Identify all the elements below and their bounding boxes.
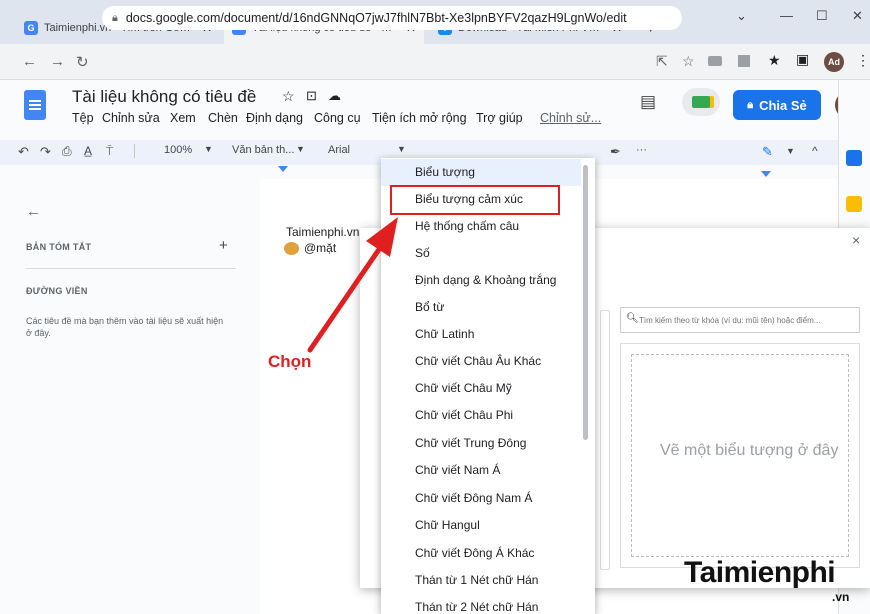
annotation-arrow-icon (307, 217, 398, 353)
meet-camera-icon (692, 96, 710, 108)
dropdown-item[interactable]: Chữ viết Đông Á Khác (381, 540, 581, 567)
dropdown-item[interactable]: Chữ Latinh (381, 321, 581, 348)
extension-icon[interactable] (738, 55, 750, 67)
menu-insert[interactable]: Chèn (208, 111, 238, 125)
dropdown-item[interactable]: Chữ viết Trung Đông (381, 430, 581, 457)
profile-avatar[interactable]: Ad (824, 52, 844, 72)
character-grid-scrollbar[interactable] (600, 310, 610, 570)
chevron-down-icon[interactable]: ▼ (397, 144, 406, 154)
url-text: docs.google.com/document/d/16ndGNNqO7jwJ… (125, 11, 627, 25)
dropdown-item[interactable]: Số (381, 240, 581, 267)
docs-logo-icon[interactable] (24, 90, 46, 120)
share-label: Chia Sẻ (759, 97, 807, 113)
bookmark-star-icon[interactable]: ☆ (682, 53, 695, 70)
menu-view[interactable]: Xem (170, 111, 196, 125)
right-indent-marker[interactable] (761, 171, 771, 177)
close-window-icon[interactable]: ✕ (852, 8, 863, 24)
chevron-down-icon[interactable]: ⌄ (736, 8, 747, 24)
annotation-label: Chọn (268, 352, 312, 371)
keep-icon[interactable] (846, 196, 862, 212)
dropdown-item[interactable]: Biểu tượng (381, 159, 581, 186)
lock-icon: 🔒︎ (112, 11, 118, 24)
undo-icon[interactable]: ↶ (18, 144, 29, 160)
paint-format-icon[interactable]: ⍑ (106, 144, 113, 159)
chevron-down-icon[interactable]: ▼ (786, 146, 795, 156)
maximize-icon[interactable]: ☐ (816, 8, 828, 24)
search-icon: 🔍︎ (626, 313, 639, 324)
cloud-status-icon: ☁︎ (328, 88, 341, 103)
watermark-suffix: .vn (832, 590, 850, 604)
lock-icon: 🔒︎ (747, 98, 754, 111)
dropdown-item[interactable]: Chữ Hangul (381, 512, 581, 539)
minimize-icon[interactable]: — (780, 8, 793, 23)
print-icon[interactable]: ⎙ (62, 144, 72, 159)
symbol-search-input[interactable]: Tìm kiếm theo từ khóa (ví dụ: mũi tên) h… (620, 307, 860, 333)
reload-icon[interactable]: ↻ (76, 53, 89, 71)
dropdown-item[interactable]: Chữ viết Châu Phi (381, 402, 581, 429)
side-panel-icon[interactable]: ▣ (796, 51, 809, 68)
back-arrow-icon[interactable]: ← (26, 203, 41, 220)
dropdown-item[interactable]: Chữ viết Châu Mỹ (381, 375, 581, 402)
menu-format[interactable]: Định dạng (246, 111, 303, 125)
style-select[interactable]: Văn bản th... (232, 144, 294, 156)
dropdown-item[interactable]: Hệ thống chấm câu (381, 213, 581, 240)
dropdown-item[interactable]: Bổ từ (381, 294, 581, 321)
category-dropdown: Biểu tượng Biểu tượng cảm xúc Hệ thống c… (381, 158, 595, 614)
menu-tools[interactable]: Công cụ (314, 111, 361, 125)
indent-marker[interactable] (278, 166, 288, 172)
dropdown-item[interactable]: Chữ viết Châu Âu Khác (381, 348, 581, 375)
menu-help[interactable]: Trợ giúp (476, 111, 523, 125)
selection-highlight-box (390, 185, 560, 215)
zoom-select[interactable]: 100% (164, 144, 192, 156)
share-button[interactable]: 🔒︎ Chia Sẻ (733, 90, 821, 120)
dropdown-item[interactable]: Định dạng & Khoảng trắng (381, 267, 581, 294)
more-vert-icon[interactable]: ⋮ (856, 52, 870, 69)
toolbar-divider (134, 144, 135, 158)
calendar-icon[interactable] (846, 150, 862, 166)
menu-file[interactable]: Tệp (72, 111, 94, 125)
draw-symbol-hint: Vẽ một biểu tượng ở đây (660, 442, 839, 459)
spellcheck-icon[interactable]: A̲ (84, 144, 92, 158)
highlight-pen-icon[interactable]: ✒ (610, 144, 621, 160)
add-summary-button[interactable]: + (219, 237, 228, 254)
cat-emoji-icon (284, 242, 299, 255)
redo-icon[interactable]: ↷ (40, 144, 51, 160)
share-page-icon[interactable]: ⇱ (656, 53, 668, 70)
dropdown-item[interactable]: Thán từ 1 Nét chữ Hán (381, 567, 581, 594)
editing-mode-pen-icon[interactable]: ✎ (762, 144, 773, 160)
back-icon[interactable]: ← (22, 53, 37, 70)
menu-extensions[interactable]: Tiện ích mở rộng (372, 111, 467, 125)
dropdown-scrollbar[interactable] (583, 165, 588, 440)
dropdown-item[interactable]: Chữ viết Nam Á (381, 457, 581, 484)
extension-icon[interactable] (708, 56, 722, 66)
comments-icon[interactable]: ▤ (640, 92, 656, 112)
watermark-logo: Taimienphi (684, 556, 836, 589)
more-tools-button[interactable]: ··· (636, 144, 647, 156)
move-folder-icon[interactable]: ⊡ (306, 88, 317, 104)
outline-section-heading: ĐƯỜNG VIỀN (26, 286, 88, 296)
google-g-icon: G (24, 21, 38, 35)
divider (26, 268, 236, 269)
meet-button[interactable] (682, 88, 720, 116)
outline-summary-heading: BẢN TÓM TẮT (26, 242, 92, 252)
dropdown-item[interactable]: Chữ viết Đông Nam Á (381, 485, 581, 512)
outline-hint-text: Các tiêu đề mà bạn thêm vào tài liệu sẽ … (26, 316, 224, 338)
star-icon[interactable]: ☆ (282, 88, 295, 105)
dialog-close-button[interactable]: × (852, 232, 860, 248)
dropdown-item[interactable]: Thán từ 2 Nét chữ Hán (381, 594, 581, 614)
menu-edit[interactable]: Chỉnh sửa (102, 111, 160, 125)
chevron-down-icon[interactable]: ▼ (204, 144, 213, 154)
extensions-puzzle-icon[interactable]: ★ (768, 52, 781, 69)
last-edit-link[interactable]: Chỉnh sử... (540, 111, 601, 125)
address-bar[interactable]: 🔒︎ docs.google.com/document/d/16ndGNNqO7… (102, 6, 682, 30)
forward-icon[interactable]: → (50, 53, 65, 70)
chevron-up-icon[interactable]: ^ (812, 144, 818, 158)
document-title[interactable]: Tài liệu không có tiêu đề (72, 87, 256, 107)
font-select[interactable]: Arial (328, 144, 350, 156)
chevron-down-icon[interactable]: ▼ (296, 144, 305, 154)
